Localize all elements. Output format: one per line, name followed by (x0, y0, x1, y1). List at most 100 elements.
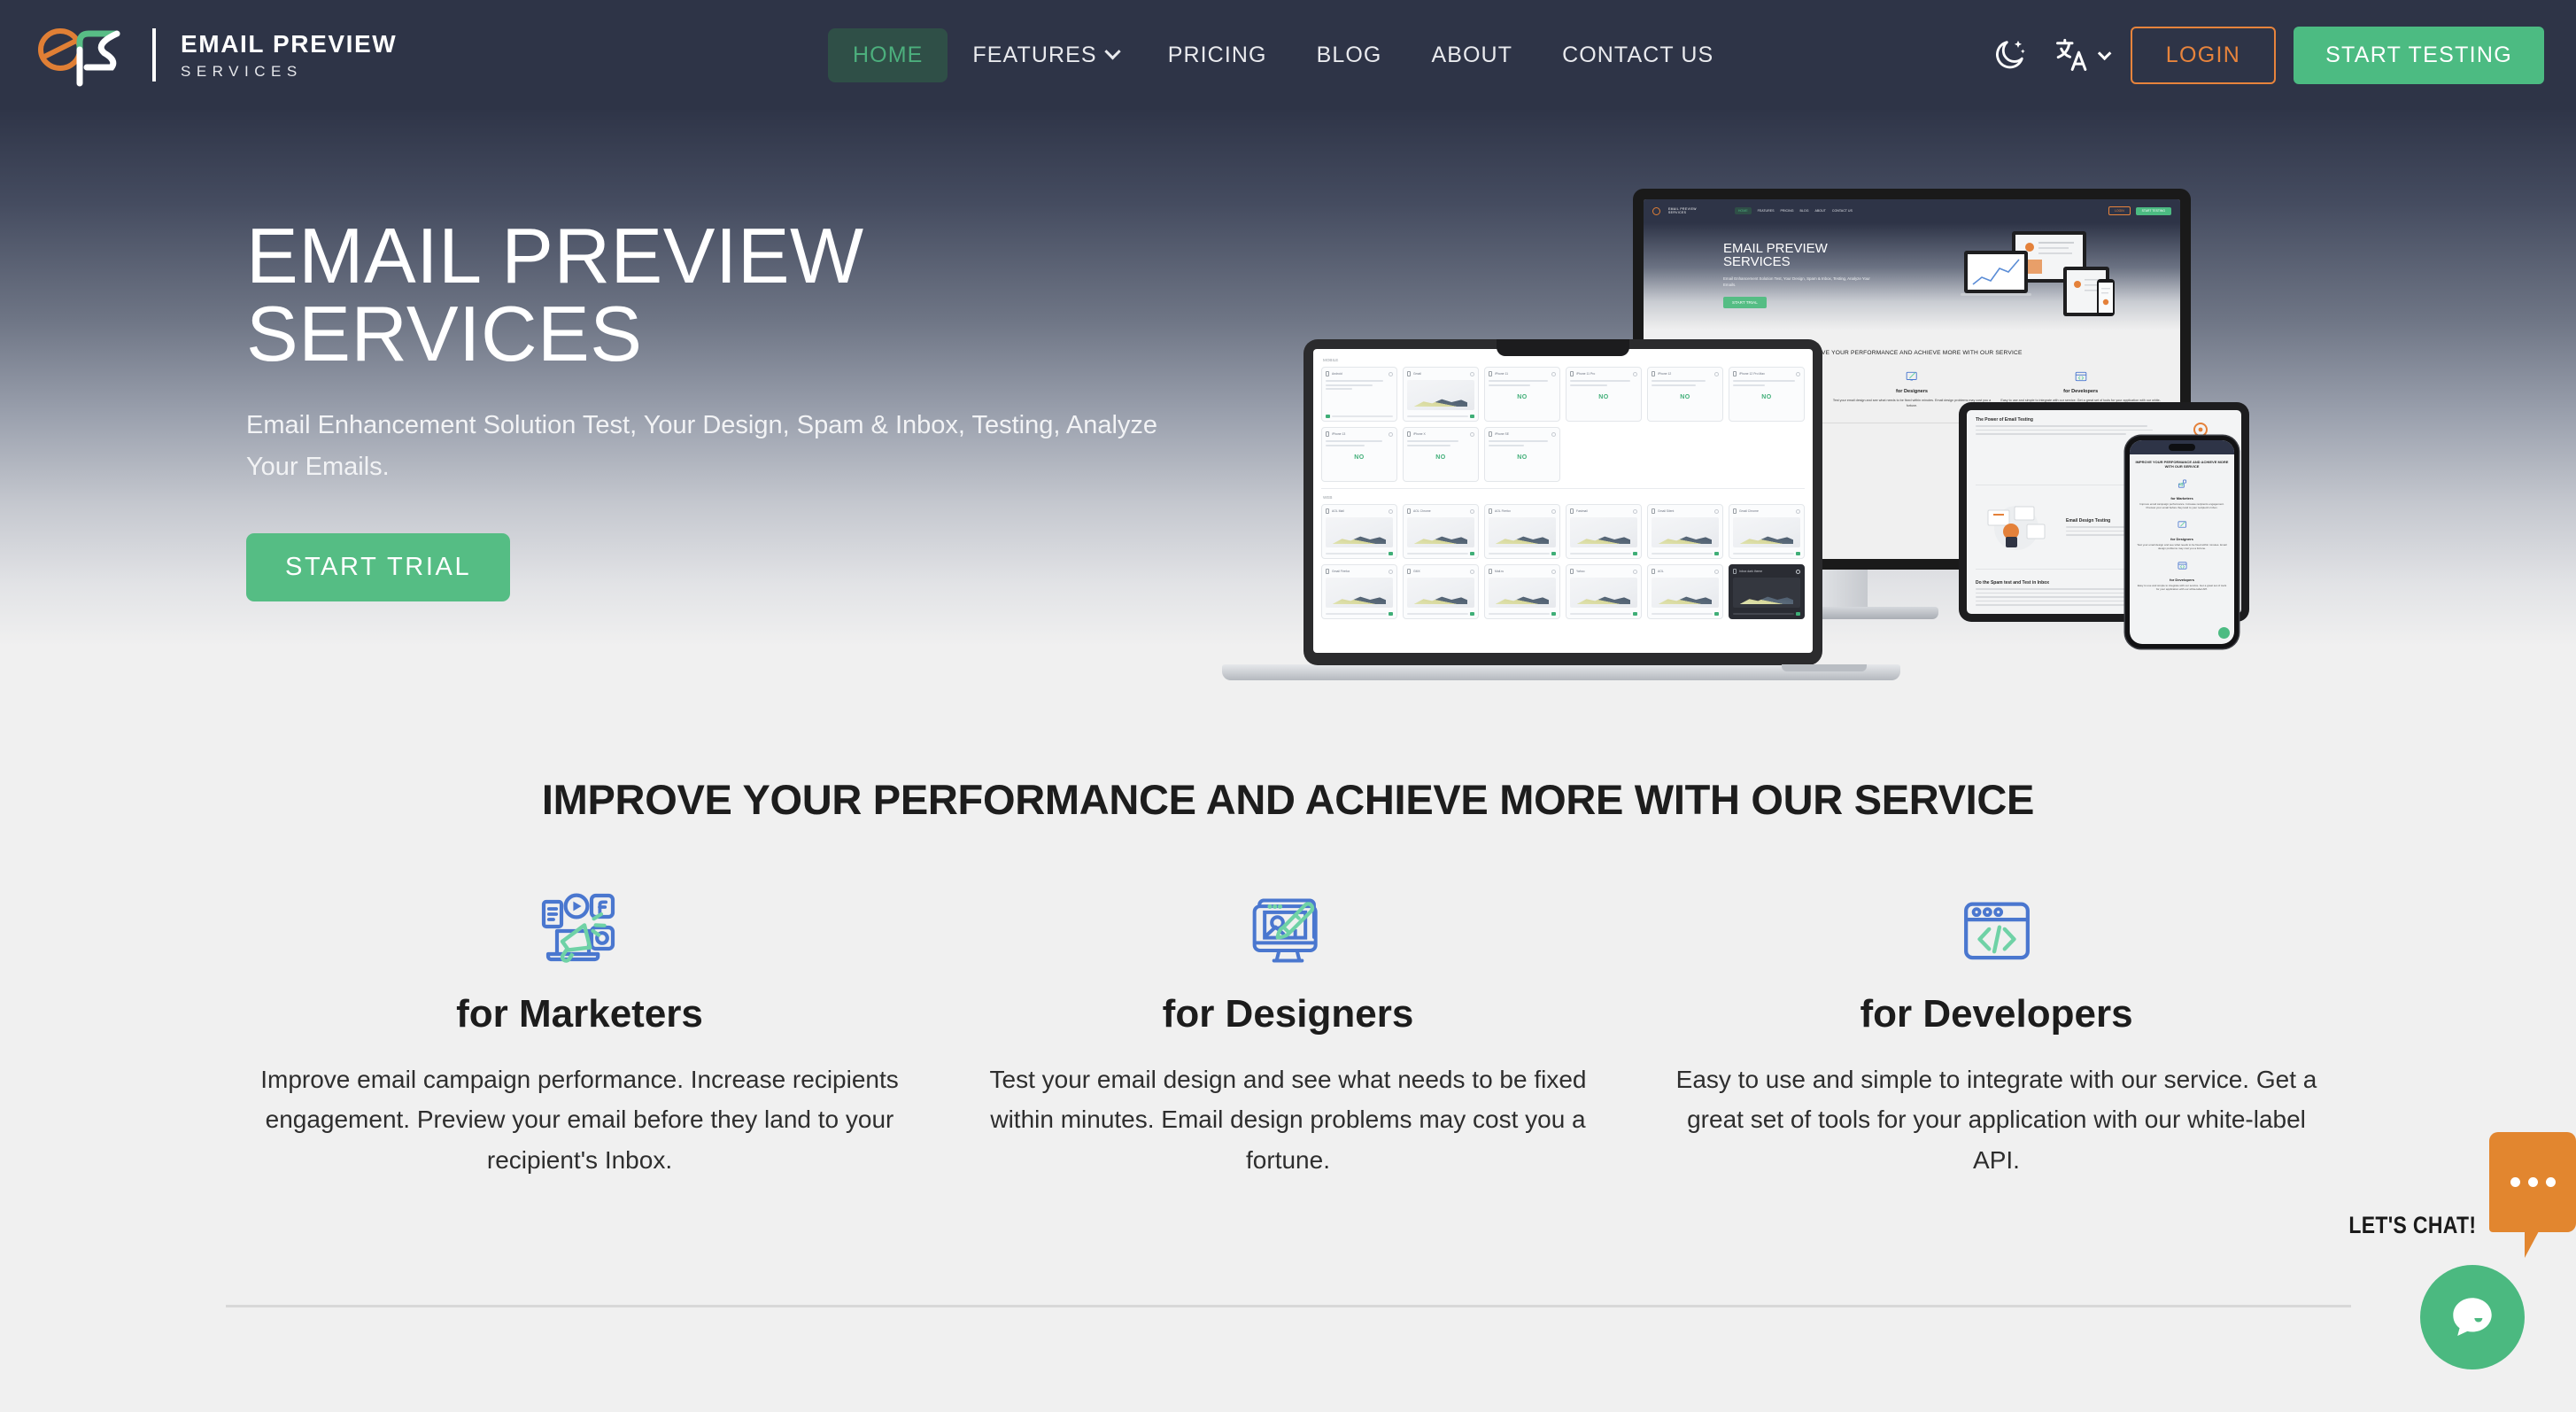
mini-nav-blog: BLOG (1800, 209, 1809, 213)
mini-nav-about: ABOUT (1815, 209, 1826, 213)
dashboard-divider (1321, 488, 1805, 489)
dark-mode-toggle[interactable] (1981, 26, 2039, 84)
phone-card-title-designers: for Designers (2130, 537, 2234, 541)
nav-label-pricing: PRICING (1168, 43, 1267, 68)
tablet-illustration-2 (1976, 501, 2057, 553)
nav-item-about[interactable]: ABOUT (1406, 28, 1537, 82)
preview-card: Android (1321, 367, 1397, 422)
hero-title-line2: SERVICES (246, 290, 642, 377)
feature-text-marketers: Improve email campaign performance. Incr… (252, 1059, 908, 1180)
laptop-camera-notch (1497, 339, 1629, 356)
phone-card-text-marketers: Improve email campaign performance. Incr… (2130, 502, 2234, 510)
ellipsis-dot (2510, 1177, 2520, 1187)
phone-card-designers: for Designers Test your email design and… (2130, 518, 2234, 551)
preview-card: iPhone 12NO (1647, 367, 1723, 422)
hero-content: EMAIL PREVIEW SERVICES Email Enhancement… (246, 217, 1265, 601)
ellipsis-dot (2546, 1177, 2556, 1187)
preview-card: iPhone SENO (1484, 427, 1560, 482)
chat-widget: LET'S CHAT! (2302, 1098, 2576, 1412)
tablet-body-1 (1976, 425, 2154, 435)
landing-page: EMAIL PREVIEW SERVICES HOME FEATURES PRI… (0, 0, 2576, 1412)
nav-item-pricing[interactable]: PRICING (1143, 28, 1292, 82)
monitor-paintbrush-icon (1248, 889, 1329, 971)
browser-code-icon (2075, 370, 2087, 383)
hero-device-mockups: EMAIL PREVIEW SERVICES HOME FEATURES PRI… (1302, 182, 2347, 633)
chevron-down-icon (1104, 43, 1120, 59)
laptop-mockup: MOBILE Android Gmail iPhone 11NO iPhone … (1303, 339, 1822, 665)
preview-card: Mail.ru (1484, 564, 1560, 619)
nav-label-blog: BLOG (1317, 43, 1382, 68)
preview-card: GMX (1403, 564, 1479, 619)
mini-nav-contact: CONTACT US (1832, 209, 1853, 213)
mini-nav: EMAIL PREVIEW SERVICES HOME FEATURES PRI… (1644, 199, 2180, 222)
feature-icon-marketers-wrap (247, 888, 913, 973)
browser-code-icon (2178, 561, 2187, 570)
preview-card: Inbox dark theme (1729, 564, 1805, 619)
feature-icon-designers-wrap (955, 888, 1621, 973)
chat-fab-button[interactable] (2420, 1265, 2525, 1369)
phone-topbar (2130, 440, 2234, 454)
chat-bubble[interactable] (2489, 1132, 2576, 1232)
brand-name-secondary: SERVICES (181, 64, 397, 79)
dashboard-grid-mobile: Android Gmail iPhone 11NO iPhone 11 ProN… (1321, 367, 1805, 482)
feature-icon-developers-wrap (1664, 888, 2330, 973)
nav-item-features[interactable]: FEATURES (948, 28, 1142, 82)
language-selector[interactable] (2039, 36, 2116, 74)
preview-card: Gmail Chrome (1729, 504, 1805, 559)
nav-label-contact-us: CONTACT US (1562, 43, 1713, 68)
phone-card-text-developers: Easy to use and simple to integrate with… (2130, 584, 2234, 592)
login-button[interactable]: LOGIN (2131, 27, 2276, 84)
nav-item-blog[interactable]: BLOG (1292, 28, 1407, 82)
brand-logo[interactable]: EMAIL PREVIEW SERVICES (32, 0, 397, 110)
mini-card-title-designers: for Designers (1832, 389, 1992, 394)
nav-item-contact-us[interactable]: CONTACT US (1537, 28, 1738, 82)
mini-login-button: LOGIN (2108, 206, 2131, 215)
nav-item-home[interactable]: HOME (828, 28, 948, 82)
dashboard-grid-web: AOL Mail AOL Chrome AOL Firefox Fastmail… (1321, 504, 1805, 619)
hero-title-line1: EMAIL PREVIEW (246, 212, 864, 299)
browser-code-icon (1958, 891, 2036, 969)
moon-star-icon (1992, 37, 2028, 73)
phone-mockup: IMPROVE YOUR PERFORMANCE AND ACHIEVE MOR… (2125, 436, 2239, 648)
phone-card-title-marketers: for Marketers (2130, 496, 2234, 500)
chat-smiley-icon (2445, 1290, 2500, 1345)
phone-chat-fab (2218, 627, 2230, 639)
section-divider (226, 1305, 2351, 1307)
megaphone-laptop-social-icon (538, 888, 623, 973)
feature-title-designers: for Designers (955, 992, 1621, 1036)
nav-menu: HOME FEATURES PRICING BLOG ABOUT CONTACT… (828, 0, 1738, 110)
start-trial-button[interactable]: START TRIAL (246, 533, 510, 601)
mini-nav-pricing: PRICING (1781, 209, 1794, 213)
feature-text-developers: Easy to use and simple to integrate with… (1669, 1059, 2325, 1180)
preview-card: iPhone 12 Pro MaxNO (1729, 367, 1805, 422)
phone-dynamic-island (2169, 444, 2195, 451)
laptop-base-notch (1782, 664, 1867, 671)
preview-card: AOL Firefox (1484, 504, 1560, 559)
preview-card: Gmail Silent (1647, 504, 1723, 559)
feature-title-developers: for Developers (1664, 992, 2330, 1036)
phone-card-title-developers: for Developers (2130, 578, 2234, 582)
start-testing-button[interactable]: START TESTING (2294, 27, 2544, 84)
mini-hero: EMAIL PREVIEW SERVICES HOME FEATURES PRI… (1644, 199, 2180, 330)
phone-card-text-designers: Test your email design and see what need… (2130, 543, 2234, 551)
preview-card: Fastmail (1566, 504, 1642, 559)
mini-hero-sub: Email Enhancement Solution Test, Your De… (1723, 275, 1883, 288)
ellipsis-dot (2528, 1177, 2538, 1187)
nav-label-features: FEATURES (972, 43, 1096, 68)
mini-nav-home: HOME (1735, 207, 1752, 214)
preview-card: Gmail Firefox (1321, 564, 1397, 619)
mini-card-title-developers: for Developers (2000, 389, 2161, 394)
phone-heading: IMPROVE YOUR PERFORMANCE AND ACHIEVE MOR… (2130, 454, 2234, 469)
preview-card: iPhone 11NO (1484, 367, 1560, 422)
dashboard-group-label-mobile: MOBILE (1323, 358, 1805, 362)
feature-text-designers: Test your email design and see what need… (961, 1059, 1616, 1180)
dashboard-group-label-web: WEB (1323, 495, 1805, 500)
laptop-screen: MOBILE Android Gmail iPhone 11NO iPhone … (1313, 349, 1813, 653)
top-navigation-bar: EMAIL PREVIEW SERVICES HOME FEATURES PRI… (0, 0, 2576, 110)
mini-nav-actions: LOGIN START TESTING (2108, 206, 2171, 215)
preview-card: AOL (1647, 564, 1723, 619)
feature-card-designers: for Designers Test your email design and… (934, 888, 1643, 1180)
feature-cards: for Marketers Improve email campaign per… (0, 888, 2576, 1180)
megaphone-laptop-social-icon (2178, 479, 2187, 489)
mini-nav-items: HOME FEATURES PRICING BLOG ABOUT CONTACT… (1735, 207, 1853, 214)
